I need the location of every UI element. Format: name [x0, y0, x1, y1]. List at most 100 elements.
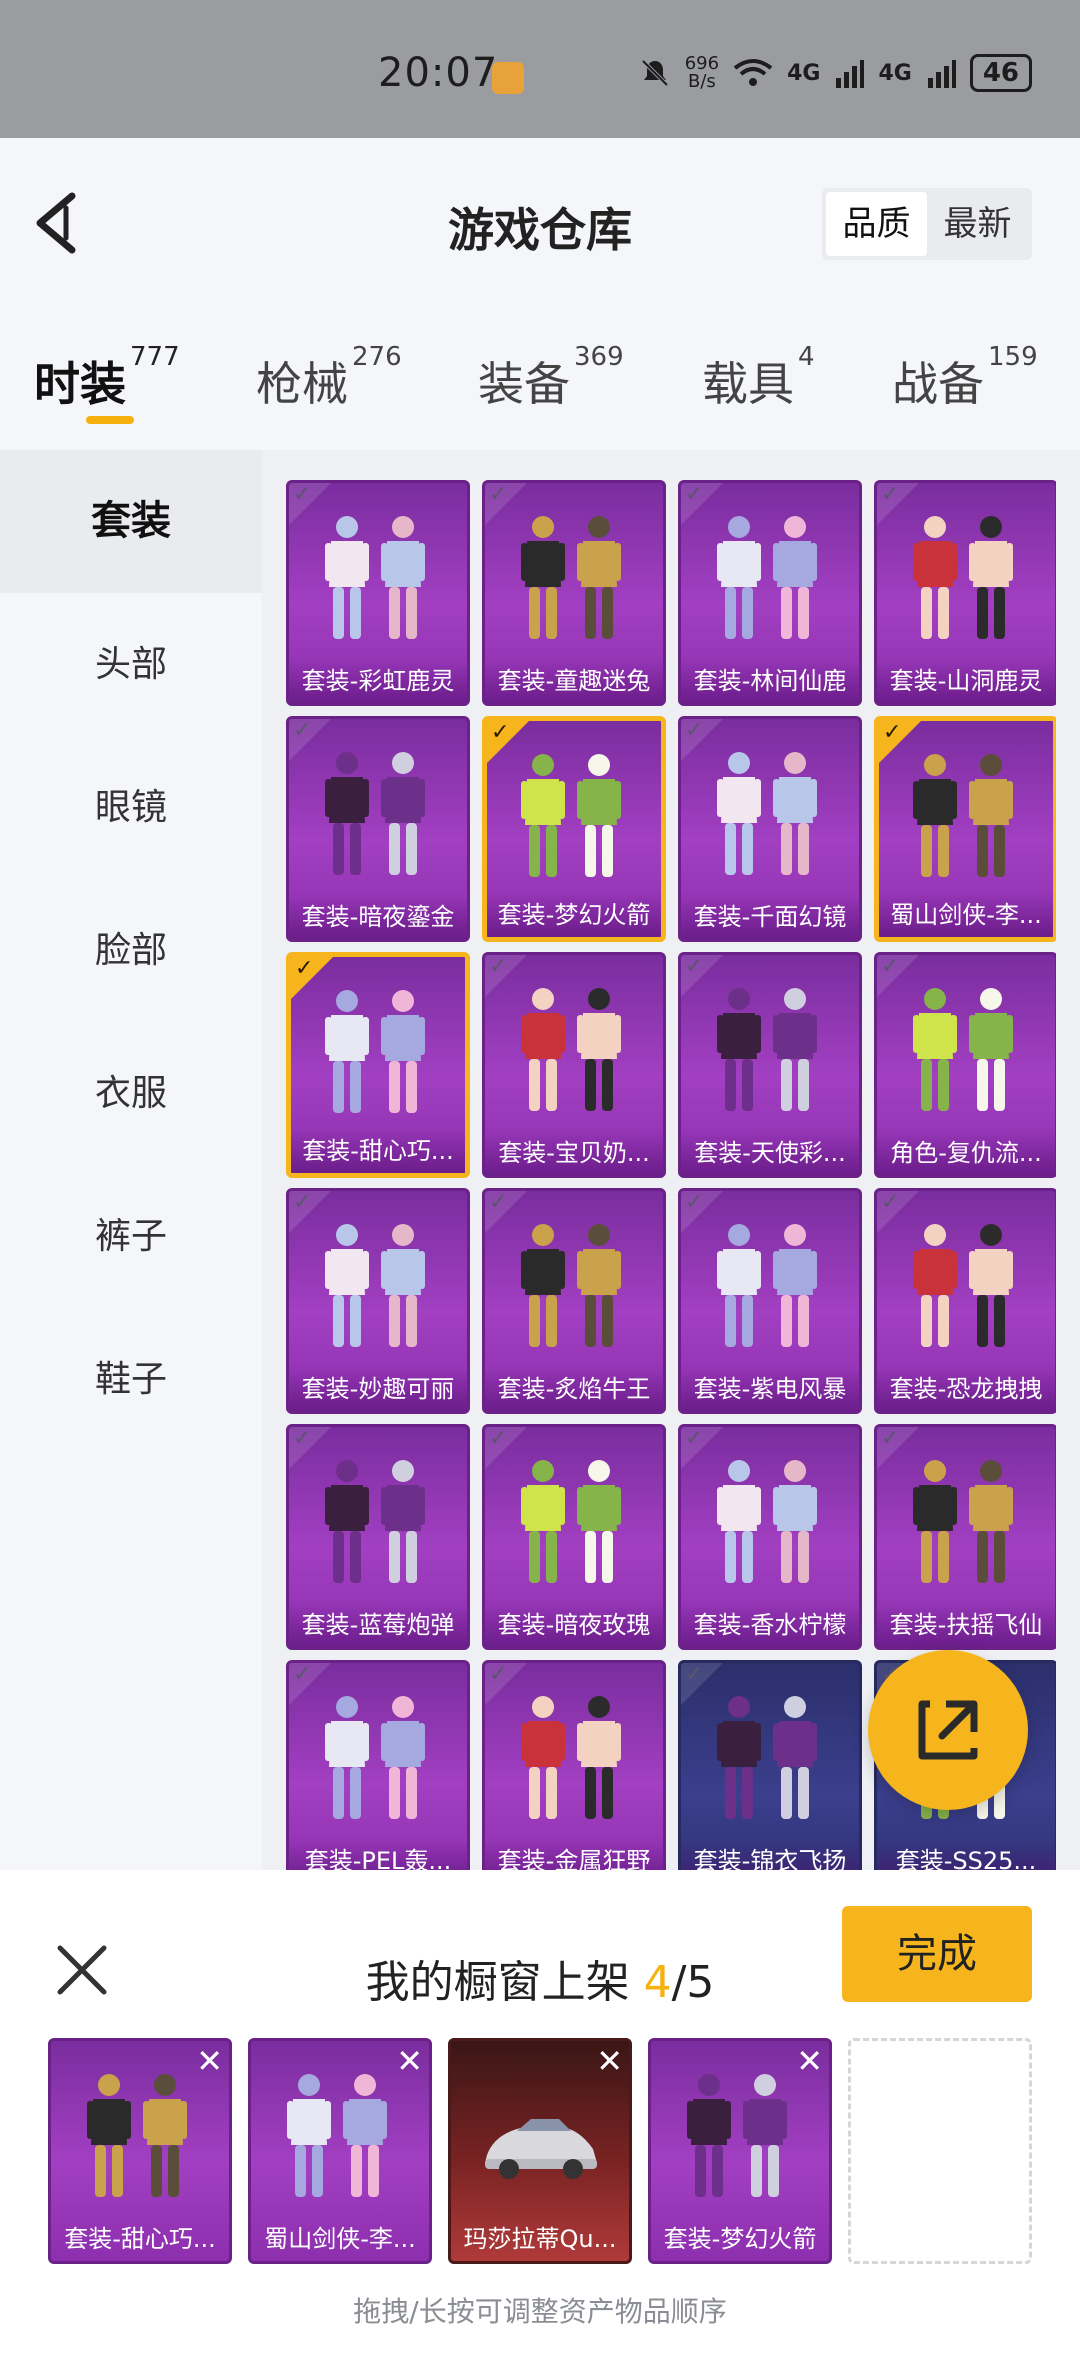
empty-slot[interactable]	[848, 2038, 1032, 2264]
tab-vehicles[interactable]: 载具 4	[702, 342, 815, 414]
item-label: 套装-紫电风暴	[681, 1367, 859, 1411]
item-card[interactable]: ✓ 套装-恐龙拽拽	[874, 1188, 1056, 1414]
checkmark-icon: ✓	[293, 1662, 312, 1687]
item-card[interactable]: ✓ 套装-PEL轰...	[286, 1660, 470, 1870]
item-card[interactable]: ✓ 套装-暗夜鎏金	[286, 716, 470, 942]
share-button[interactable]	[868, 1650, 1028, 1810]
tab-equipment[interactable]: 装备 369	[478, 342, 624, 414]
outfit-thumbnail	[913, 754, 1013, 877]
checkmark-icon: ✓	[685, 718, 704, 743]
reorder-hint: 拖拽/长按可调整资产物品顺序	[353, 2295, 727, 2328]
item-label: 套装-童趣迷兔	[485, 659, 663, 703]
battery-indicator: 46	[969, 54, 1032, 92]
car-thumbnail	[485, 2119, 597, 2179]
item-card[interactable]: ✓ 套装-金属狂野	[482, 1660, 666, 1870]
item-card[interactable]: ✓ 套装-童趣迷兔	[482, 480, 666, 706]
mute-icon	[641, 59, 669, 87]
slot-label: 蜀山剑侠-李...	[264, 2225, 416, 2253]
outfit-thumbnail	[521, 1224, 621, 1347]
net-speed: 696 B/s	[684, 53, 720, 92]
checkmark-icon: ✓	[685, 954, 704, 979]
tab-fashion[interactable]: 时装 777	[34, 342, 180, 414]
outfit-thumbnail	[325, 752, 425, 875]
item-label: 套装-扶摇飞仙	[877, 1603, 1055, 1647]
outfit-thumbnail	[913, 988, 1013, 1111]
item-card[interactable]: ✓ 套装-妙趣可丽	[286, 1188, 470, 1414]
item-label: 套装-梦幻火箭	[487, 893, 661, 937]
outfit-thumbnail	[717, 988, 817, 1111]
checkmark-icon: ✓	[685, 1426, 704, 1451]
item-label: 套装-锦衣飞扬	[681, 1839, 859, 1870]
item-card[interactable]: ✓ 套装-甜心巧...	[286, 952, 470, 1178]
checkmark-icon: ✓	[881, 954, 900, 979]
sidebar-item-outfits[interactable]: 套装	[0, 450, 262, 593]
showcase-count: 4	[643, 1957, 672, 2008]
item-label: 套装-暗夜鎏金	[289, 895, 467, 939]
outfit-thumbnail	[325, 1696, 425, 1819]
item-card[interactable]: ✓ 套装-天使彩...	[678, 952, 862, 1178]
outfit-thumbnail	[717, 752, 817, 875]
sidebar-item-head[interactable]: 头部	[0, 593, 262, 736]
item-card[interactable]: ✓ 套装-暗夜玫瑰	[482, 1424, 666, 1650]
sidebar-item-face[interactable]: 脸部	[0, 879, 262, 1022]
checkmark-icon: ✓	[491, 720, 510, 745]
checkmark-icon: ✓	[881, 1190, 900, 1215]
done-button[interactable]: 完成	[842, 1906, 1032, 2002]
status-icons: 696 B/s 4G 4G 46	[639, 54, 1032, 92]
sidebar-item-glasses[interactable]: 眼镜	[0, 736, 262, 879]
outfit-thumbnail	[521, 1696, 621, 1819]
item-card[interactable]: ✓ 套装-紫电风暴	[678, 1188, 862, 1414]
showcase-slots: ✕ 套装-甜心巧... ✕ 蜀山剑侠-李... ✕ 玛莎拉蒂Qu... ✕ 套装-梦幻火箭	[48, 2038, 1032, 2264]
showcase-slot[interactable]: ✕ 套装-梦幻火箭	[648, 2038, 832, 2264]
item-label: 角色-复仇流...	[877, 1131, 1055, 1175]
item-label: 套装-暗夜玫瑰	[485, 1603, 663, 1647]
showcase-slot[interactable]: ✕ 蜀山剑侠-李...	[248, 2038, 432, 2264]
sort-option-quality[interactable]: 品质	[826, 192, 927, 256]
item-card[interactable]: ✓ 套装-炙焰牛王	[482, 1188, 666, 1414]
checkmark-icon: ✓	[489, 1190, 508, 1215]
checkmark-icon: ✓	[489, 1662, 508, 1687]
checkmark-icon: ✓	[881, 1426, 900, 1451]
status-bar: 20:07 696 B/s 4G 4G 46	[0, 0, 1080, 138]
checkmark-icon: ✓	[685, 1190, 704, 1215]
item-label: 套装-山洞鹿灵	[877, 659, 1055, 703]
sort-toggle[interactable]: 品质 最新	[822, 188, 1032, 260]
item-card[interactable]: ✓ 蜀山剑侠-李...	[874, 716, 1056, 942]
item-card[interactable]: ✓ 套装-扶摇飞仙	[874, 1424, 1056, 1650]
checkmark-icon: ✓	[685, 1662, 704, 1687]
sidebar-item-shoes[interactable]: 鞋子	[0, 1308, 262, 1451]
item-card[interactable]: ✓ 套装-蓝莓炮弹	[286, 1424, 470, 1650]
share-icon	[918, 1700, 978, 1760]
outfit-thumbnail	[717, 1696, 817, 1819]
sidebar-item-clothes[interactable]: 衣服	[0, 1022, 262, 1165]
item-card[interactable]: ✓ 角色-复仇流...	[874, 952, 1056, 1178]
tab-combat-gear[interactable]: 战备 159	[892, 342, 1038, 414]
item-card[interactable]: ✓ 套装-千面幻镜	[678, 716, 862, 942]
item-label: 套装-千面幻镜	[681, 895, 859, 939]
item-label: 套装-甜心巧...	[291, 1129, 465, 1173]
category-tabs: 时装 777 枪械 276 装备 369 载具 4 战备 159	[0, 308, 1080, 450]
item-card[interactable]: ✓ 套装-彩虹鹿灵	[286, 480, 470, 706]
outfit-thumbnail	[521, 516, 621, 639]
outfit-thumbnail	[521, 1460, 621, 1583]
item-label: 套装-天使彩...	[681, 1131, 859, 1175]
sort-option-latest[interactable]: 最新	[927, 192, 1028, 256]
item-card[interactable]: ✓ 套装-香水柠檬	[678, 1424, 862, 1650]
checkmark-icon: ✓	[293, 1190, 312, 1215]
outfit-thumbnail	[521, 754, 621, 877]
outfit-thumbnail	[325, 1224, 425, 1347]
item-card[interactable]: ✓ 套装-锦衣飞扬	[678, 1660, 862, 1870]
item-card[interactable]: ✓ 套装-林间仙鹿	[678, 480, 862, 706]
checkmark-icon: ✓	[293, 482, 312, 507]
item-card[interactable]: ✓ 套装-宝贝奶...	[482, 952, 666, 1178]
outfit-thumbnail	[287, 2074, 387, 2197]
checkmark-icon: ✓	[293, 1426, 312, 1451]
sidebar-item-pants[interactable]: 裤子	[0, 1165, 262, 1308]
tab-guns[interactable]: 枪械 276	[256, 342, 402, 414]
app-header: 游戏仓库 品质 最新	[0, 138, 1080, 308]
item-card[interactable]: ✓ 套装-山洞鹿灵	[874, 480, 1056, 706]
showcase-slot[interactable]: ✕ 玛莎拉蒂Qu...	[448, 2038, 632, 2264]
item-card[interactable]: ✓ 套装-梦幻火箭	[482, 716, 666, 942]
showcase-slot[interactable]: ✕ 套装-甜心巧...	[48, 2038, 232, 2264]
outfit-thumbnail	[913, 1460, 1013, 1583]
